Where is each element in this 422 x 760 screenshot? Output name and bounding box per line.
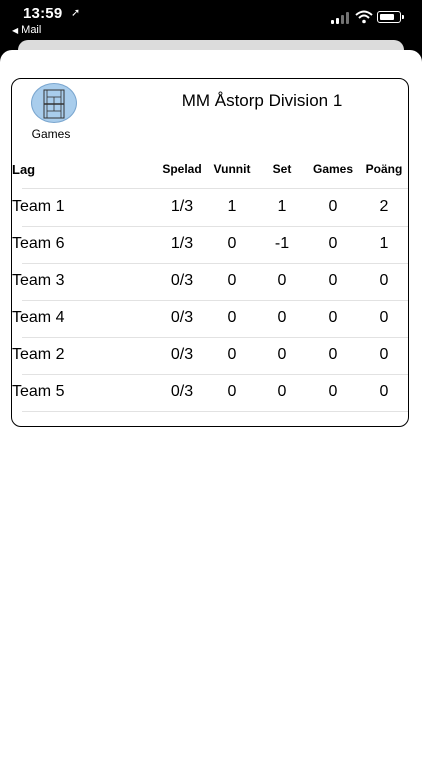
cell-set: 1	[277, 198, 287, 215]
cell-vunnit: 0	[227, 346, 237, 363]
cell-vunnit: 0	[227, 383, 237, 400]
table-row[interactable]: Team 3 0/3 0 0 0 0	[12, 263, 408, 300]
page-title: MM Åstorp Division 1	[181, 91, 343, 110]
cell-set: 0	[277, 309, 287, 326]
cell-set: -1	[274, 235, 290, 252]
clock: 13:59	[23, 5, 63, 22]
team-name: Team 2	[12, 346, 65, 363]
column-header-games: Games	[312, 162, 354, 176]
back-to-mail-link[interactable]: ◀ Mail	[12, 24, 41, 36]
modal-sheet: Games MM Åstorp Division 1 Lag Spelad Vu…	[0, 50, 422, 760]
location-arrow-icon: ➚	[71, 7, 81, 19]
team-name: Team 5	[12, 383, 65, 400]
table-row[interactable]: Team 4 0/3 0 0 0 0	[12, 300, 408, 337]
cell-vunnit: 0	[227, 235, 237, 252]
column-header-vunnit: Vunnit	[213, 162, 251, 176]
column-header-poang: Poäng	[365, 162, 403, 176]
cell-vunnit: 0	[227, 272, 237, 289]
games-button[interactable]: Games	[20, 83, 82, 141]
cell-spelad: 0/3	[170, 383, 194, 400]
cell-games: 0	[328, 309, 338, 326]
column-header-spelad: Spelad	[162, 162, 202, 176]
team-name: Team 4	[12, 309, 65, 326]
cell-poang: 1	[379, 235, 389, 252]
cell-games: 0	[328, 272, 338, 289]
cell-spelad: 0/3	[170, 309, 194, 326]
row-divider	[22, 411, 408, 412]
standings-card: Games MM Åstorp Division 1 Lag Spelad Vu…	[11, 78, 409, 427]
cell-poang: 2	[379, 198, 389, 215]
cell-poang: 0	[379, 309, 389, 326]
back-triangle-icon: ◀	[12, 26, 19, 35]
cell-games: 0	[328, 198, 338, 215]
table-row[interactable]: Team 2 0/3 0 0 0 0	[12, 337, 408, 374]
cellular-signal-icon	[331, 12, 351, 24]
cell-vunnit: 0	[227, 309, 237, 326]
cell-games: 0	[328, 383, 338, 400]
cell-games: 0	[328, 235, 338, 252]
table-row[interactable]: Team 5 0/3 0 0 0 0	[12, 374, 408, 411]
wifi-icon	[355, 10, 373, 24]
cell-spelad: 0/3	[170, 272, 194, 289]
column-header-set: Set	[272, 162, 292, 176]
cell-poang: 0	[379, 346, 389, 363]
table-header: Lag Spelad Vunnit Set Games Poäng	[12, 159, 408, 183]
games-button-label: Games	[31, 127, 71, 141]
cell-spelad: 0/3	[170, 346, 194, 363]
cell-vunnit: 1	[227, 198, 237, 215]
team-name: Team 1	[12, 198, 65, 215]
tennis-court-icon	[31, 83, 77, 123]
cell-spelad: 1/3	[170, 235, 194, 252]
cell-set: 0	[277, 346, 287, 363]
team-name: Team 6	[12, 235, 65, 252]
cell-spelad: 1/3	[170, 198, 194, 215]
cell-poang: 0	[379, 383, 389, 400]
team-name: Team 3	[12, 272, 65, 289]
table-row[interactable]: Team 6 1/3 0 -1 0 1	[12, 226, 408, 263]
table-row[interactable]: Team 1 1/3 1 1 0 2	[12, 189, 408, 226]
cell-set: 0	[277, 383, 287, 400]
cell-games: 0	[328, 346, 338, 363]
status-bar: 13:59 ➚ ◀ Mail	[0, 0, 422, 44]
cell-poang: 0	[379, 272, 389, 289]
column-header-lag: Lag	[12, 162, 36, 177]
battery-icon	[377, 11, 404, 23]
back-label: Mail	[21, 24, 42, 36]
cell-set: 0	[277, 272, 287, 289]
